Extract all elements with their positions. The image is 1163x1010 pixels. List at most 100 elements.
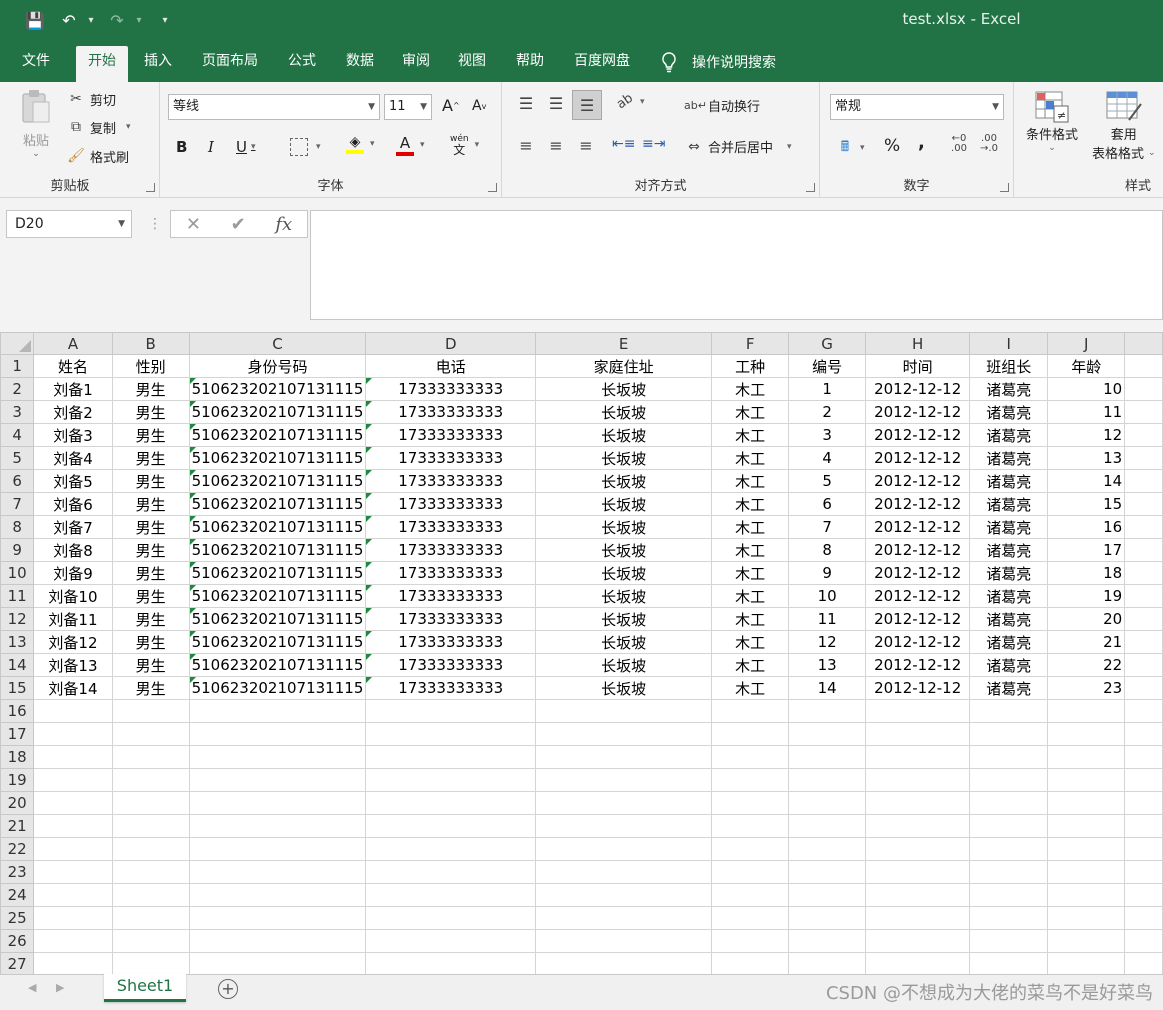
- tab-formulas[interactable]: 公式: [276, 50, 328, 82]
- cell[interactable]: [535, 791, 713, 815]
- cell[interactable]: 编号: [788, 354, 867, 378]
- row-header[interactable]: 18: [0, 745, 35, 769]
- row-header[interactable]: 26: [0, 929, 35, 953]
- align-bottom-button[interactable]: ☰: [572, 90, 602, 120]
- formula-input[interactable]: [310, 210, 1163, 320]
- cell[interactable]: [711, 745, 790, 769]
- cell[interactable]: [1124, 469, 1163, 493]
- cell[interactable]: [111, 722, 190, 746]
- cell[interactable]: [1124, 722, 1163, 746]
- cell[interactable]: [33, 699, 113, 723]
- insert-function-icon[interactable]: fx: [275, 214, 292, 235]
- row-header[interactable]: 6: [0, 469, 35, 493]
- wrap-text-button[interactable]: ab↵ 自动换行: [684, 96, 760, 115]
- cell[interactable]: [1124, 630, 1163, 654]
- cell[interactable]: [1047, 883, 1126, 907]
- format-painter-button[interactable]: 🖌 格式刷: [66, 145, 129, 167]
- cell[interactable]: [711, 699, 790, 723]
- cell[interactable]: 长坂坡: [535, 584, 713, 608]
- cell[interactable]: 诸葛亮: [969, 538, 1049, 562]
- cell[interactable]: [1124, 745, 1163, 769]
- cell[interactable]: 木工: [711, 400, 790, 424]
- cell[interactable]: [969, 768, 1049, 792]
- cell[interactable]: [188, 837, 367, 861]
- cell[interactable]: 22: [1047, 653, 1126, 677]
- cell[interactable]: [365, 929, 537, 953]
- cell[interactable]: 3: [788, 423, 867, 447]
- merge-center-button[interactable]: ⇔ 合并后居中 ▾: [684, 137, 791, 157]
- cell[interactable]: 17: [1047, 538, 1126, 562]
- sheet-tab-sheet1[interactable]: Sheet1: [104, 974, 186, 1002]
- cell[interactable]: 电话: [365, 354, 537, 378]
- cell[interactable]: 2012-12-12: [865, 584, 971, 608]
- row-header[interactable]: 5: [0, 446, 35, 470]
- cell[interactable]: 17333333333: [365, 446, 537, 470]
- cell[interactable]: [1124, 446, 1163, 470]
- cell[interactable]: [33, 837, 113, 861]
- cell[interactable]: [33, 929, 113, 953]
- number-launcher-icon[interactable]: [1000, 183, 1009, 192]
- cell[interactable]: [33, 952, 113, 974]
- cell[interactable]: 17333333333: [365, 653, 537, 677]
- cell[interactable]: 长坂坡: [535, 676, 713, 700]
- cell[interactable]: [788, 722, 867, 746]
- column-header-a[interactable]: A: [33, 332, 113, 355]
- cell[interactable]: [365, 699, 537, 723]
- row-header[interactable]: 3: [0, 400, 35, 424]
- cell[interactable]: 15: [1047, 492, 1126, 516]
- cell[interactable]: [1047, 791, 1126, 815]
- cell[interactable]: [1124, 538, 1163, 562]
- cell[interactable]: 木工: [711, 423, 790, 447]
- align-left-button[interactable]: ≡: [516, 136, 536, 155]
- cell[interactable]: [1047, 952, 1126, 974]
- alignment-launcher-icon[interactable]: [806, 183, 815, 192]
- cell[interactable]: 510623202107131115: [188, 446, 367, 470]
- cell[interactable]: [788, 929, 867, 953]
- cell[interactable]: [788, 768, 867, 792]
- cell[interactable]: [788, 952, 867, 974]
- cell[interactable]: 姓名: [33, 354, 113, 378]
- cell[interactable]: [1124, 929, 1163, 953]
- cell[interactable]: 2012-12-12: [865, 538, 971, 562]
- cell[interactable]: 家庭住址: [535, 354, 713, 378]
- row-header[interactable]: 13: [0, 630, 35, 654]
- cell[interactable]: [788, 883, 867, 907]
- tab-view[interactable]: 视图: [446, 50, 498, 82]
- cell[interactable]: 木工: [711, 446, 790, 470]
- cell[interactable]: [1124, 561, 1163, 585]
- cell[interactable]: 20: [1047, 607, 1126, 631]
- cell[interactable]: 10: [788, 584, 867, 608]
- tab-file[interactable]: 文件: [10, 50, 62, 82]
- cell[interactable]: 17333333333: [365, 400, 537, 424]
- cell[interactable]: 2012-12-12: [865, 492, 971, 516]
- column-header-j[interactable]: J: [1047, 332, 1126, 355]
- cell[interactable]: 刘备1: [33, 377, 113, 401]
- cell[interactable]: [1047, 906, 1126, 930]
- cell[interactable]: 刘备14: [33, 676, 113, 700]
- cell[interactable]: 510623202107131115: [188, 400, 367, 424]
- cell[interactable]: 刘备3: [33, 423, 113, 447]
- row-header[interactable]: 24: [0, 883, 35, 907]
- cell[interactable]: [33, 745, 113, 769]
- cell[interactable]: 17333333333: [365, 584, 537, 608]
- italic-button[interactable]: I: [208, 138, 214, 156]
- cell[interactable]: [365, 952, 537, 974]
- cell[interactable]: [33, 906, 113, 930]
- cell[interactable]: 长坂坡: [535, 446, 713, 470]
- row-header[interactable]: 1: [0, 354, 35, 378]
- cell[interactable]: [365, 814, 537, 838]
- cell[interactable]: [1124, 860, 1163, 884]
- cell[interactable]: 男生: [111, 538, 190, 562]
- cell[interactable]: [1124, 584, 1163, 608]
- cell[interactable]: [711, 883, 790, 907]
- cell[interactable]: [1047, 929, 1126, 953]
- decrease-indent-button[interactable]: ⇤≡: [612, 136, 635, 152]
- cell[interactable]: 木工: [711, 630, 790, 654]
- cell[interactable]: 14: [1047, 469, 1126, 493]
- cell[interactable]: [1124, 906, 1163, 930]
- cell[interactable]: [1124, 377, 1163, 401]
- align-center-button[interactable]: ≡: [546, 136, 566, 155]
- cell[interactable]: 11: [1047, 400, 1126, 424]
- cell[interactable]: 工种: [711, 354, 790, 378]
- cell[interactable]: [535, 814, 713, 838]
